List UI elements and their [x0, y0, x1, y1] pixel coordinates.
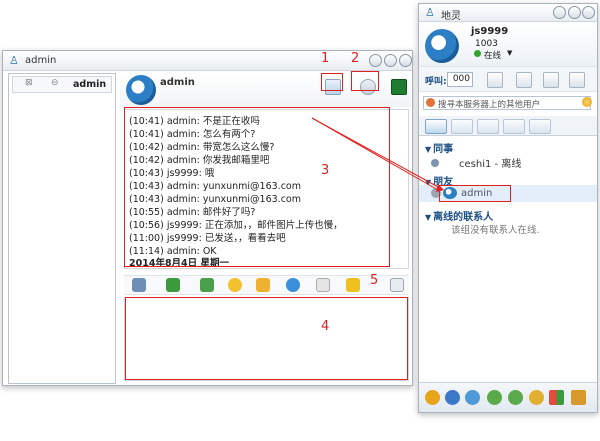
user-avatar[interactable]: [425, 29, 459, 63]
contact-name: ceshi1: [459, 159, 492, 170]
export-icon[interactable]: [571, 390, 586, 405]
contact-status: - 离线: [494, 159, 522, 170]
tab-meetings[interactable]: [529, 119, 551, 134]
group-header-offline[interactable]: ▼ 离线的联系人: [425, 208, 493, 223]
screen-share-icon[interactable]: [391, 79, 407, 95]
call-bar: 呼叫: 000: [419, 66, 597, 92]
chat-window: ♙ admin ⊠ ⊖ admin admin (10:41) admin: 不…: [2, 50, 413, 386]
bottom-toolbar: [419, 382, 597, 412]
bubble-icon[interactable]: [286, 278, 300, 292]
status-label[interactable]: 在线: [484, 49, 501, 61]
conversation-tab-admin[interactable]: ⊠ ⊖ admin: [12, 76, 112, 93]
contact-group-tabs: [419, 116, 597, 136]
file-transfer-icon[interactable]: [166, 278, 180, 292]
brand-icon[interactable]: [425, 390, 440, 405]
online-status-icon: [474, 50, 481, 57]
tab-groups[interactable]: [451, 119, 473, 134]
app-logo-icon: ♙: [425, 6, 435, 19]
tab-contacts[interactable]: [425, 119, 447, 134]
call-label: 呼叫:: [425, 77, 447, 87]
mail-icon[interactable]: [316, 278, 330, 292]
contact-window-title: 地灵: [441, 11, 461, 22]
close-button[interactable]: [399, 54, 412, 67]
status-icon: ⊖: [51, 78, 59, 88]
contact-status-icon: [431, 159, 439, 167]
maximize-button[interactable]: [384, 54, 397, 67]
add-contact-icon[interactable]: [487, 390, 502, 405]
user-icon: [426, 98, 435, 107]
app-logo-icon: ♙: [9, 54, 19, 67]
contact-list-window: ♙ 地灵 js9999 1003 在线 ▼ 呼叫: 000 搜寻本服务器上的其他…: [418, 3, 598, 413]
group-header-colleagues[interactable]: ▼ 同事: [425, 140, 453, 155]
conversation-tab-panel: ⊠ ⊖ admin: [8, 73, 116, 384]
close-tab-icon[interactable]: ⊠: [25, 78, 33, 88]
empty-group-text: 该组没有联系人在线.: [451, 225, 540, 236]
voice-icon[interactable]: [132, 278, 146, 292]
emoticon-icon[interactable]: [228, 278, 242, 292]
annotation-label-5: 5: [370, 273, 379, 288]
info-icon[interactable]: [445, 390, 460, 405]
contact-item[interactable]: ceshi1 - 离线: [431, 155, 521, 170]
image-icon[interactable]: [200, 278, 214, 292]
search-placeholder: 搜寻本服务器上的其他用户: [438, 100, 541, 110]
contact-titlebar[interactable]: ♙ 地灵: [419, 4, 597, 22]
nudge-icon[interactable]: [346, 278, 360, 292]
screen-icon[interactable]: [569, 72, 585, 88]
resize-icon[interactable]: [390, 278, 404, 292]
expand-arrow-icon: ▼: [425, 213, 432, 222]
annotation-box-3: [124, 107, 390, 267]
conversation-tab-label: admin: [73, 79, 107, 90]
message-toolbar: [124, 275, 409, 295]
tab-organization[interactable]: [477, 119, 499, 134]
contact-avatar: [126, 75, 156, 105]
chevron-down-icon[interactable]: ▼: [507, 49, 512, 57]
minimize-button[interactable]: [553, 6, 566, 19]
annotation-box-1: [321, 73, 343, 91]
chat-header-name: admin: [160, 77, 195, 88]
user-id: js9999: [471, 26, 509, 37]
annotation-label-4: 4: [321, 319, 330, 334]
annotation-label-1: 1: [321, 51, 330, 66]
dial-icon[interactable]: [487, 72, 503, 88]
user-search-field[interactable]: 搜寻本服务器上的其他用户: [423, 96, 591, 110]
call-settings-icon[interactable]: [543, 72, 559, 88]
annotation-label-3: 3: [321, 163, 330, 178]
lock-icon[interactable]: [256, 278, 270, 292]
settings-icon[interactable]: [465, 390, 480, 405]
search-icon[interactable]: [582, 97, 592, 107]
group-icon[interactable]: [529, 390, 544, 405]
user-number: 1003: [475, 39, 498, 49]
phonebook-icon[interactable]: [516, 72, 532, 88]
profile-panel: js9999 1003 在线 ▼: [419, 22, 597, 66]
call-number-field[interactable]: 000: [447, 72, 473, 87]
annotation-box-4: [125, 297, 408, 380]
annotation-box-admin: [439, 185, 511, 202]
chat-window-title: admin: [25, 55, 57, 66]
minimize-button[interactable]: [369, 54, 382, 67]
contacts-icon[interactable]: [508, 390, 523, 405]
close-button[interactable]: [582, 6, 595, 19]
apps-icon[interactable]: [549, 390, 564, 405]
tab-recent[interactable]: [503, 119, 525, 134]
annotation-label-2: 2: [351, 51, 360, 66]
maximize-button[interactable]: [568, 6, 581, 19]
annotation-box-2: [351, 71, 379, 91]
expand-arrow-icon: ▼: [425, 145, 432, 154]
